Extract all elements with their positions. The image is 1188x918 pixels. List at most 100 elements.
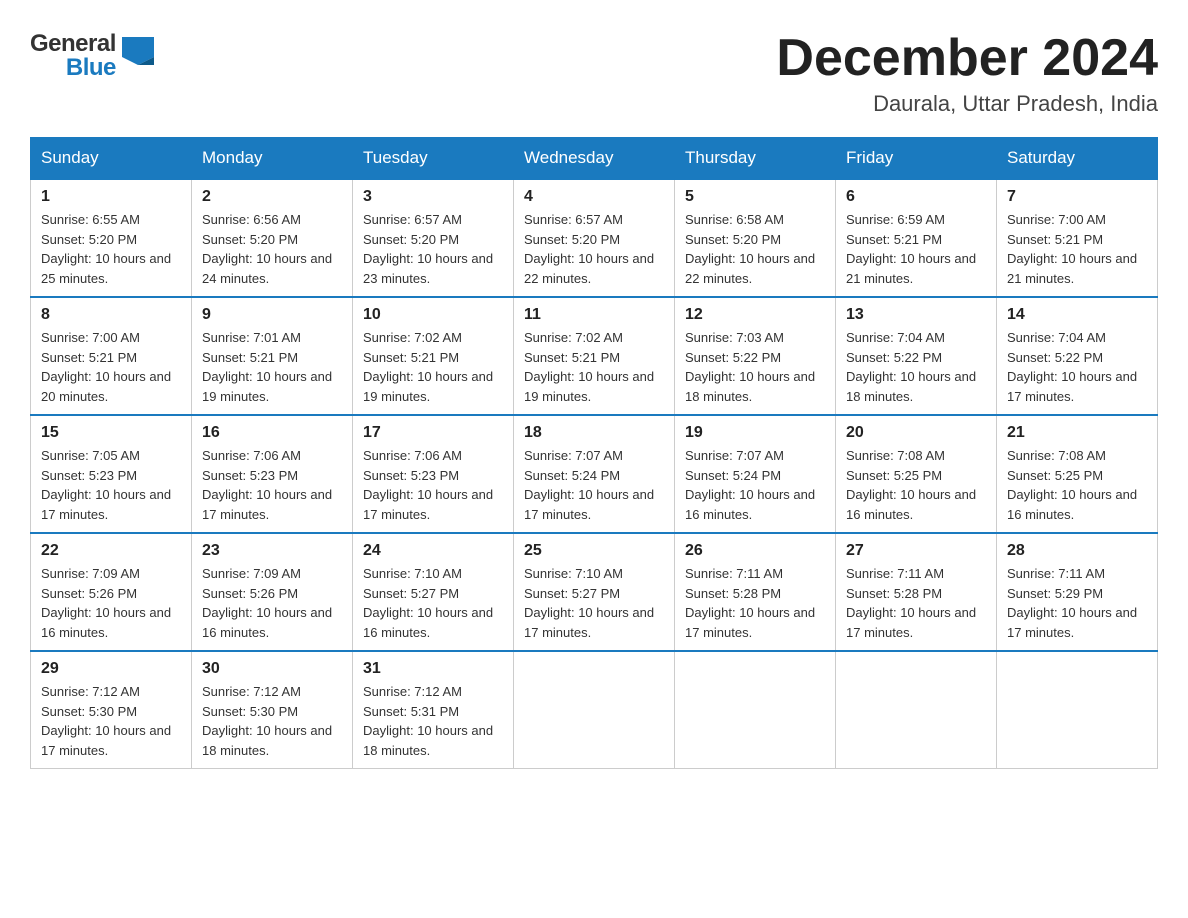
day-info: Sunrise: 6:57 AMSunset: 5:20 PMDaylight:… (363, 210, 503, 288)
header-tuesday: Tuesday (353, 138, 514, 180)
header-monday: Monday (192, 138, 353, 180)
header-wednesday: Wednesday (514, 138, 675, 180)
calendar-cell: 19 Sunrise: 7:07 AMSunset: 5:24 PMDayligh… (675, 415, 836, 533)
calendar-subtitle: Daurala, Uttar Pradesh, India (776, 91, 1158, 117)
calendar-cell: 22 Sunrise: 7:09 AMSunset: 5:26 PMDayligh… (31, 533, 192, 651)
day-number: 17 (363, 424, 503, 442)
day-number: 14 (1007, 306, 1147, 324)
day-number: 26 (685, 542, 825, 560)
calendar-cell: 23 Sunrise: 7:09 AMSunset: 5:26 PMDayligh… (192, 533, 353, 651)
calendar-cell: 11 Sunrise: 7:02 AMSunset: 5:21 PMDayligh… (514, 297, 675, 415)
day-number: 11 (524, 306, 664, 324)
day-info: Sunrise: 7:11 AMSunset: 5:29 PMDaylight:… (1007, 564, 1147, 642)
calendar-cell: 15 Sunrise: 7:05 AMSunset: 5:23 PMDayligh… (31, 415, 192, 533)
day-info: Sunrise: 7:00 AMSunset: 5:21 PMDaylight:… (41, 328, 181, 406)
day-number: 6 (846, 188, 986, 206)
calendar-title-area: December 2024 Daurala, Uttar Pradesh, In… (776, 30, 1158, 117)
header-friday: Friday (836, 138, 997, 180)
calendar-cell: 25Sunrise: 7:10 AMSunset: 5:27 PMDayligh… (514, 533, 675, 651)
calendar-cell: 7 Sunrise: 7:00 AMSunset: 5:21 PMDaylight… (997, 179, 1158, 297)
header-saturday: Saturday (997, 138, 1158, 180)
day-info: Sunrise: 7:12 AMSunset: 5:30 PMDaylight:… (41, 682, 181, 760)
day-info: Sunrise: 6:58 AMSunset: 5:20 PMDaylight:… (685, 210, 825, 288)
day-info: Sunrise: 7:09 AMSunset: 5:26 PMDaylight:… (202, 564, 342, 642)
calendar-cell: 8 Sunrise: 7:00 AMSunset: 5:21 PMDaylight… (31, 297, 192, 415)
day-info: Sunrise: 7:02 AMSunset: 5:21 PMDaylight:… (363, 328, 503, 406)
day-number: 31 (363, 660, 503, 678)
calendar-cell: 20 Sunrise: 7:08 AMSunset: 5:25 PMDayligh… (836, 415, 997, 533)
day-info: Sunrise: 7:02 AMSunset: 5:21 PMDaylight:… (524, 328, 664, 406)
calendar-cell: 3Sunrise: 6:57 AMSunset: 5:20 PMDaylight… (353, 179, 514, 297)
day-number: 29 (41, 660, 181, 678)
day-number: 13 (846, 306, 986, 324)
week-row-4: 22 Sunrise: 7:09 AMSunset: 5:26 PMDayligh… (31, 533, 1158, 651)
calendar-cell: 24 Sunrise: 7:10 AMSunset: 5:27 PMDayligh… (353, 533, 514, 651)
calendar-cell: 21Sunrise: 7:08 AMSunset: 5:25 PMDayligh… (997, 415, 1158, 533)
day-number: 1 (41, 188, 181, 206)
day-number: 24 (363, 542, 503, 560)
day-info: Sunrise: 7:03 AMSunset: 5:22 PMDaylight:… (685, 328, 825, 406)
day-info: Sunrise: 7:04 AMSunset: 5:22 PMDaylight:… (1007, 328, 1147, 406)
day-number: 12 (685, 306, 825, 324)
header-sunday: Sunday (31, 138, 192, 180)
day-number: 10 (363, 306, 503, 324)
calendar-cell: 29 Sunrise: 7:12 AMSunset: 5:30 PMDayligh… (31, 651, 192, 769)
week-row-5: 29 Sunrise: 7:12 AMSunset: 5:30 PMDayligh… (31, 651, 1158, 769)
calendar-cell (514, 651, 675, 769)
week-row-3: 15 Sunrise: 7:05 AMSunset: 5:23 PMDayligh… (31, 415, 1158, 533)
day-number: 23 (202, 542, 342, 560)
day-number: 5 (685, 188, 825, 206)
calendar-cell: 12 Sunrise: 7:03 AMSunset: 5:22 PMDayligh… (675, 297, 836, 415)
calendar-cell: 18 Sunrise: 7:07 AMSunset: 5:24 PMDayligh… (514, 415, 675, 533)
logo-blue: Blue (66, 54, 116, 82)
calendar-cell: 4Sunrise: 6:57 AMSunset: 5:20 PMDaylight… (514, 179, 675, 297)
calendar-cell: 28Sunrise: 7:11 AMSunset: 5:29 PMDayligh… (997, 533, 1158, 651)
day-number: 27 (846, 542, 986, 560)
day-number: 20 (846, 424, 986, 442)
day-number: 15 (41, 424, 181, 442)
day-number: 22 (41, 542, 181, 560)
day-info: Sunrise: 7:11 AMSunset: 5:28 PMDaylight:… (685, 564, 825, 642)
day-info: Sunrise: 7:10 AMSunset: 5:27 PMDaylight:… (524, 564, 664, 642)
calendar-cell: 1 Sunrise: 6:55 AMSunset: 5:20 PMDaylight… (31, 179, 192, 297)
day-info: Sunrise: 7:04 AMSunset: 5:22 PMDaylight:… (846, 328, 986, 406)
day-info: Sunrise: 7:10 AMSunset: 5:27 PMDaylight:… (363, 564, 503, 642)
day-info: Sunrise: 6:55 AMSunset: 5:20 PMDaylight:… (41, 210, 181, 288)
calendar-cell: 17 Sunrise: 7:06 AMSunset: 5:23 PMDayligh… (353, 415, 514, 533)
calendar-cell: 9 Sunrise: 7:01 AMSunset: 5:21 PMDaylight… (192, 297, 353, 415)
calendar-header-row: SundayMondayTuesdayWednesdayThursdayFrid… (31, 138, 1158, 180)
week-row-2: 8 Sunrise: 7:00 AMSunset: 5:21 PMDaylight… (31, 297, 1158, 415)
day-number: 18 (524, 424, 664, 442)
day-info: Sunrise: 7:08 AMSunset: 5:25 PMDaylight:… (846, 446, 986, 524)
day-info: Sunrise: 7:07 AMSunset: 5:24 PMDaylight:… (685, 446, 825, 524)
calendar-table: SundayMondayTuesdayWednesdayThursdayFrid… (30, 137, 1158, 769)
day-info: Sunrise: 7:11 AMSunset: 5:28 PMDaylight:… (846, 564, 986, 642)
day-number: 30 (202, 660, 342, 678)
day-number: 8 (41, 306, 181, 324)
day-number: 16 (202, 424, 342, 442)
calendar-cell: 14 Sunrise: 7:04 AMSunset: 5:22 PMDayligh… (997, 297, 1158, 415)
week-row-1: 1 Sunrise: 6:55 AMSunset: 5:20 PMDaylight… (31, 179, 1158, 297)
day-info: Sunrise: 6:59 AMSunset: 5:21 PMDaylight:… (846, 210, 986, 288)
calendar-cell: 30Sunrise: 7:12 AMSunset: 5:30 PMDayligh… (192, 651, 353, 769)
day-number: 7 (1007, 188, 1147, 206)
logo: General Blue (30, 30, 154, 82)
day-info: Sunrise: 7:12 AMSunset: 5:31 PMDaylight:… (363, 682, 503, 760)
day-info: Sunrise: 7:01 AMSunset: 5:21 PMDaylight:… (202, 328, 342, 406)
header-thursday: Thursday (675, 138, 836, 180)
calendar-cell: 27 Sunrise: 7:11 AMSunset: 5:28 PMDayligh… (836, 533, 997, 651)
calendar-title: December 2024 (776, 30, 1158, 87)
day-number: 19 (685, 424, 825, 442)
day-info: Sunrise: 6:57 AMSunset: 5:20 PMDaylight:… (524, 210, 664, 288)
day-info: Sunrise: 7:05 AMSunset: 5:23 PMDaylight:… (41, 446, 181, 524)
calendar-cell: 2Sunrise: 6:56 AMSunset: 5:20 PMDaylight… (192, 179, 353, 297)
calendar-cell: 31 Sunrise: 7:12 AMSunset: 5:31 PMDayligh… (353, 651, 514, 769)
day-number: 2 (202, 188, 342, 206)
day-number: 21 (1007, 424, 1147, 442)
calendar-cell (997, 651, 1158, 769)
day-info: Sunrise: 7:00 AMSunset: 5:21 PMDaylight:… (1007, 210, 1147, 288)
day-number: 9 (202, 306, 342, 324)
day-info: Sunrise: 7:06 AMSunset: 5:23 PMDaylight:… (363, 446, 503, 524)
day-info: Sunrise: 7:07 AMSunset: 5:24 PMDaylight:… (524, 446, 664, 524)
day-info: Sunrise: 7:09 AMSunset: 5:26 PMDaylight:… (41, 564, 181, 642)
